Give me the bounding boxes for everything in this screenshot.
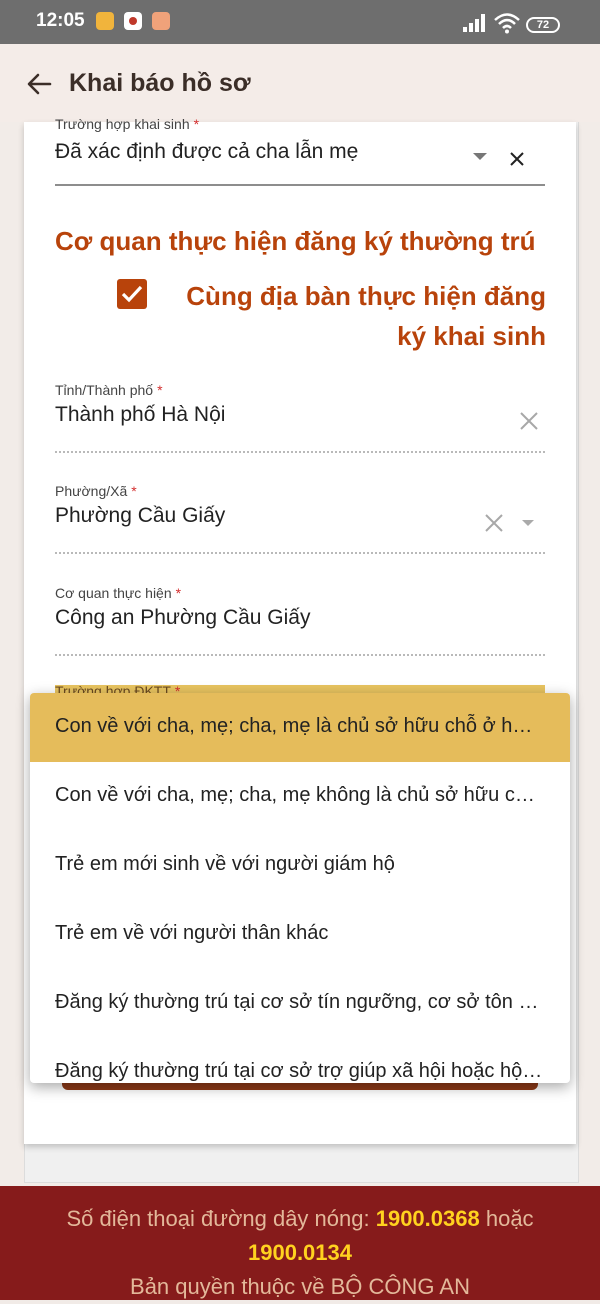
footer: Số điện thoại đường dây nóng: 1900.0368 … bbox=[0, 1186, 600, 1300]
field-label: Cơ quan thực hiện * bbox=[55, 585, 182, 601]
agency-field: Cơ quan thực hiện * Công an Phường Cầu Gi… bbox=[55, 585, 545, 657]
ward-field[interactable]: Phường/Xã * Phường Cầu Giấy bbox=[55, 483, 545, 555]
hotline-number-2[interactable]: 1900.0134 bbox=[248, 1240, 352, 1265]
page-title: Khai báo hồ sơ bbox=[69, 69, 251, 97]
province-value: Thành phố Hà Nội bbox=[55, 403, 226, 426]
field-label: Trường hợp khai sinh * bbox=[55, 116, 200, 132]
dropdown-option[interactable]: Con về với cha, mẹ; cha, mẹ là chủ sở hữ… bbox=[30, 693, 570, 762]
checkbox-checked-icon[interactable] bbox=[117, 279, 147, 309]
dropdown-arrow-icon[interactable] bbox=[473, 153, 487, 160]
dropdown-arrow-icon[interactable] bbox=[522, 520, 534, 526]
field-label: Tỉnh/Thành phố * bbox=[55, 382, 163, 398]
notification-eye-icon bbox=[124, 12, 142, 30]
hotline-or: hoặc bbox=[485, 1206, 534, 1231]
close-icon[interactable] bbox=[483, 512, 505, 534]
birth-case-value: Đã xác định được cả cha lẫn mẹ bbox=[55, 140, 359, 163]
notification-app-icon bbox=[96, 12, 114, 30]
dropdown-option[interactable]: Đăng ký thường trú tại cơ sở trợ giúp xã… bbox=[30, 1038, 570, 1083]
status-bar: 12:05 72 bbox=[0, 0, 600, 44]
signal-icon bbox=[463, 14, 487, 32]
app-bar: Khai báo hồ sơ bbox=[0, 44, 600, 123]
hotline-line: Số điện thoại đường dây nóng: 1900.0368 … bbox=[0, 1202, 600, 1236]
ward-value: Phường Cầu Giấy bbox=[55, 504, 226, 527]
close-icon[interactable] bbox=[508, 150, 526, 168]
hotline-line-2: 1900.0134 bbox=[0, 1236, 600, 1270]
wifi-icon bbox=[494, 13, 520, 34]
dropdown-option[interactable]: Trẻ em về với người thân khác bbox=[30, 900, 570, 969]
hotline-prefix: Số điện thoại đường dây nóng: bbox=[66, 1206, 370, 1231]
arrow-left-icon[interactable] bbox=[24, 69, 54, 99]
birth-case-field[interactable]: Trường hợp khai sinh * Đã xác định được c… bbox=[55, 116, 545, 188]
dropdown-option[interactable]: Con về với cha, mẹ; cha, mẹ không là chủ… bbox=[30, 762, 570, 831]
copyright-text: Bản quyền thuộc về BỘ CÔNG AN bbox=[130, 1274, 470, 1299]
agency-value: Công an Phường Cầu Giấy bbox=[55, 606, 311, 629]
section-title: Cơ quan thực hiện đăng ký thường trú bbox=[55, 226, 536, 256]
dropdown-menu: Con về với cha, mẹ; cha, mẹ là chủ sở hữ… bbox=[30, 693, 570, 1083]
field-label: Phường/Xã * bbox=[55, 483, 137, 499]
same-area-checkbox[interactable]: Cùng địa bàn thực hiện đăng ký khai sinh bbox=[110, 276, 546, 356]
dropdown-option[interactable]: Trẻ em mới sinh về với người giám hộ bbox=[30, 831, 570, 900]
notification-camera-icon bbox=[152, 12, 170, 30]
checkbox-label: Cùng địa bàn thực hiện đăng ký khai sinh bbox=[186, 281, 546, 351]
hotline-number-1[interactable]: 1900.0368 bbox=[376, 1206, 480, 1231]
close-icon[interactable] bbox=[518, 410, 540, 432]
dropdown-option[interactable]: Đăng ký thường trú tại cơ sở tín ngưỡng,… bbox=[30, 969, 570, 1038]
status-time: 12:05 bbox=[36, 10, 85, 31]
province-field[interactable]: Tỉnh/Thành phố * Thành phố Hà Nội bbox=[55, 382, 545, 454]
battery-icon: 72 bbox=[526, 17, 560, 33]
